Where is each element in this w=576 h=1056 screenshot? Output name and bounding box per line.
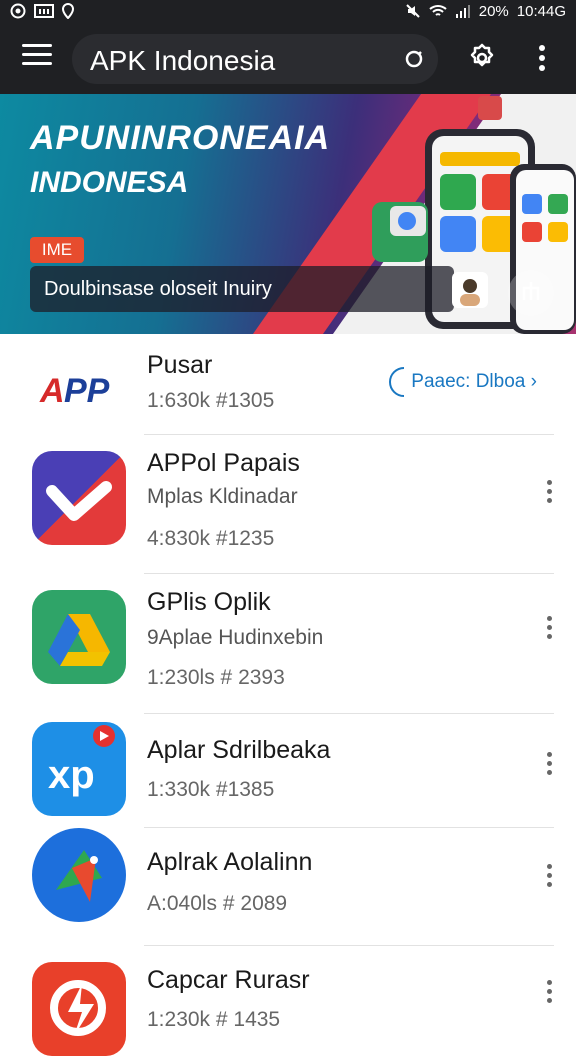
- app-stats: 1:330k #1385: [147, 778, 275, 801]
- more-vert-icon[interactable]: [544, 616, 554, 640]
- list-item[interactable]: xp Aplar Sdrilbeaka 1:330k #1385: [0, 714, 576, 828]
- v-check-logo-icon: [32, 451, 126, 545]
- app-subtitle: 9Aplae Hudinxebin: [147, 626, 324, 649]
- app-stats: A:040ls # 2089: [147, 892, 288, 915]
- search-icon[interactable]: [404, 48, 426, 70]
- wifi-icon: [429, 5, 447, 16]
- app-stats: 1:230ls # 2393: [147, 666, 285, 689]
- app-name: Aplar Sdrilbeaka: [147, 736, 331, 764]
- list-item[interactable]: A PP Pusar 1:630k #1305 Paaec: Dlboa ›: [0, 334, 576, 442]
- user-icon: [460, 279, 480, 306]
- svg-text:A: A: [39, 372, 65, 410]
- menu-icon: [22, 44, 52, 47]
- svg-text:xp: xp: [48, 753, 95, 797]
- share-button[interactable]: [508, 270, 554, 316]
- gallery-icon: [34, 4, 54, 18]
- app-stats: 1:230k # 1435: [147, 1008, 281, 1031]
- pill-left-icon: [389, 367, 405, 397]
- list-item[interactable]: Capcar Rurasr 1:230k # 1435: [0, 946, 576, 1056]
- app-subtitle: Mplas Kldinadar: [147, 485, 298, 508]
- app-name: Capcar Rurasr: [147, 966, 310, 994]
- app-bar: APK Indonesia: [0, 22, 576, 94]
- xp-logo-icon: xp: [32, 722, 126, 816]
- banner-subtitle: INDONESA: [30, 166, 189, 199]
- settings-icon[interactable]: [466, 42, 498, 74]
- status-bar: 20% 10:44G: [0, 0, 576, 22]
- more-vert-icon[interactable]: [544, 864, 554, 888]
- whatsapp-icon: [10, 3, 26, 19]
- more-vert-icon[interactable]: [530, 42, 554, 74]
- list-item[interactable]: APPol Papais Mplas Kldinadar 4:830k #123…: [0, 435, 576, 574]
- app-logo-icon: A PP: [32, 348, 126, 442]
- flash-logo-icon: [32, 962, 126, 1056]
- banner-badge: IME: [30, 237, 84, 263]
- drive-logo-icon: [32, 590, 126, 684]
- app-name: GPlis Oplik: [147, 588, 271, 616]
- share-icon: [522, 282, 540, 300]
- app-name: APPol Papais: [147, 449, 300, 477]
- menu-button[interactable]: [22, 44, 52, 68]
- chevron-right-icon: ›: [530, 371, 537, 393]
- list-item[interactable]: Aplrak Aolalinn A:040ls # 2089: [0, 828, 576, 946]
- bird-logo-icon: [32, 828, 126, 922]
- svg-text:PP: PP: [64, 372, 110, 410]
- promo-banner[interactable]: APUNINRONEAIA INDONESA IME Doulbinsase o…: [0, 94, 576, 334]
- search-bar[interactable]: APK Indonesia: [72, 34, 438, 84]
- details-button[interactable]: Paaec: Dlboa ›: [388, 364, 537, 400]
- list-item[interactable]: GPlis Oplik 9Aplae Hudinxebin 1:230ls # …: [0, 574, 576, 714]
- app-name: Pusar: [147, 351, 213, 379]
- app-stats: 4:830k #1235: [147, 527, 275, 550]
- more-vert-icon[interactable]: [544, 980, 554, 1004]
- battery-percent: 20%: [478, 2, 509, 20]
- clock: 10:44G: [516, 2, 566, 20]
- location-icon: [62, 3, 74, 19]
- avatar[interactable]: [452, 272, 488, 308]
- banner-title: APUNINRONEAIA: [30, 119, 331, 157]
- app-name: Aplrak Aolalinn: [147, 848, 313, 876]
- more-vert-icon[interactable]: [544, 480, 554, 504]
- details-button-label: Paaec: Dlboa: [411, 371, 526, 393]
- more-vert-icon[interactable]: [544, 752, 554, 776]
- search-input[interactable]: APK Indonesia: [90, 45, 275, 77]
- app-stats: 1:630k #1305: [147, 389, 275, 412]
- banner-caption: Doulbinsase oloseit Inuiry: [30, 266, 454, 312]
- mute-icon: [406, 4, 420, 18]
- signal-icon: [455, 5, 470, 18]
